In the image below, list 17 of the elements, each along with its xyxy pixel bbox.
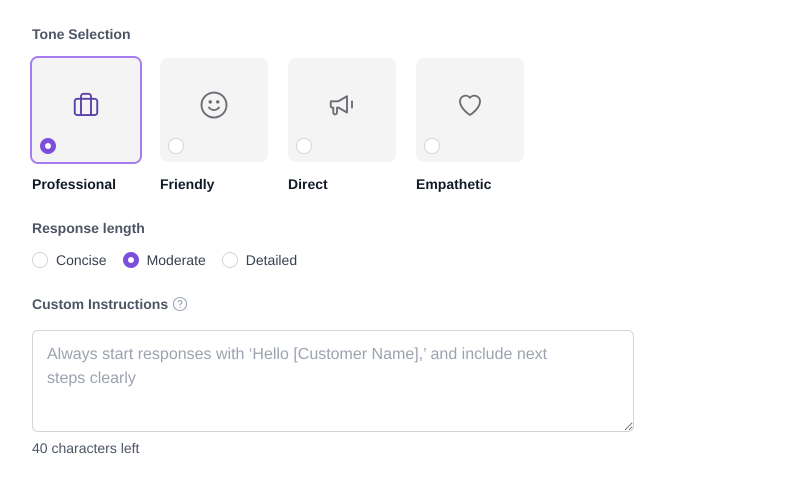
section-title: Custom Instructions bbox=[32, 296, 168, 312]
radio-button[interactable] bbox=[122, 252, 139, 268]
instructions-field[interactable]: Always start responses with ‘Hello [Customer Name],’ and include next steps clearly bbox=[32, 330, 634, 432]
tone-label: Friendly bbox=[160, 176, 216, 192]
option-label[interactable]: Concise bbox=[56, 252, 107, 268]
smiley-icon bbox=[199, 90, 229, 120]
tone-label: Direct bbox=[288, 176, 329, 192]
tone-card[interactable] bbox=[30, 56, 142, 164]
character-counter: 40 characters left bbox=[32, 440, 140, 456]
radio-button[interactable] bbox=[40, 138, 56, 154]
help-icon[interactable] bbox=[172, 296, 188, 312]
section-title: Response length bbox=[32, 220, 146, 236]
tone-label: Professional bbox=[32, 176, 118, 192]
section-title: Tone Selection bbox=[32, 26, 132, 42]
option-label[interactable]: Moderate bbox=[146, 252, 206, 268]
option-label[interactable]: Detailed bbox=[246, 252, 298, 268]
tone-label: Empathetic bbox=[416, 176, 492, 192]
